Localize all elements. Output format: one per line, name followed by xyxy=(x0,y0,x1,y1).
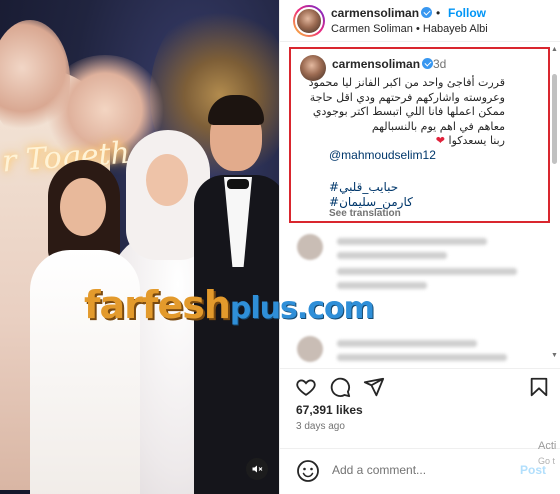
send-icon xyxy=(363,377,385,397)
separator-dot: • xyxy=(436,6,441,20)
speaker-muted-icon xyxy=(252,465,263,473)
see-translation-link[interactable]: See translation xyxy=(329,208,401,219)
share-button[interactable] xyxy=(363,376,385,398)
caption-text: قررت أفاجئ واحد من اكبر الفانز ليا محمود… xyxy=(308,76,505,149)
mention-link[interactable]: @mahmoudselim12 xyxy=(329,148,436,162)
follow-button[interactable]: Follow xyxy=(448,6,486,20)
comment-icon xyxy=(330,377,351,398)
bookmark-icon xyxy=(530,377,548,397)
like-button[interactable] xyxy=(295,376,317,398)
caption-username[interactable]: carmensoliman xyxy=(332,57,420,71)
post-photo[interactable]: r Togeth xyxy=(0,0,279,494)
caption-line-closing: ربنا يسعدكوا ❤ xyxy=(327,134,505,149)
caption-time[interactable]: 3d xyxy=(433,57,446,71)
scroll-up-icon[interactable]: ▲ xyxy=(551,46,558,53)
caption-closing: ربنا يسعدكوا xyxy=(448,134,505,147)
hashtag-link[interactable]: #كارمن_سليمان xyxy=(329,195,413,209)
caption-line: وعروسته واشاركهم فرحتهم ودي اقل حاجة xyxy=(309,90,505,104)
comment-button[interactable] xyxy=(329,376,351,398)
instagram-post-view: r Togeth carmensoliman • Follow Carmen S… xyxy=(0,0,560,494)
caption-line: ممكن اعملها فانا اللي اتبسط اكتر بوجودي xyxy=(312,105,505,118)
author-username[interactable]: carmensoliman xyxy=(331,6,419,20)
caption-highlight-box: carmensoliman 3d قررت أفاجئ واحد من اكبر… xyxy=(289,47,550,223)
comment-input[interactable] xyxy=(332,463,492,477)
caption-line: معاهم في اهم يوم بالنسبالهم xyxy=(371,119,505,133)
author-avatar[interactable] xyxy=(293,5,325,37)
comment-item[interactable] xyxy=(293,232,543,264)
watermark-main: farfesh xyxy=(84,283,231,327)
post-date[interactable]: 3 days ago xyxy=(296,421,345,432)
post-details-panel: carmensoliman • Follow Carmen Soliman • … xyxy=(279,0,560,494)
post-subtitle[interactable]: Carmen Soliman • Habayeb Albi xyxy=(331,23,488,35)
commenter-avatar[interactable] xyxy=(297,234,323,260)
commenter-avatar[interactable] xyxy=(297,336,323,362)
caption-line: قررت أفاجئ واحد من اكبر الفانز ليا محمود xyxy=(308,76,505,89)
comment-item[interactable] xyxy=(293,334,543,366)
heart-icon xyxy=(296,379,316,396)
post-header: carmensoliman • Follow Carmen Soliman • … xyxy=(280,0,560,42)
caption-scrollbar[interactable]: ▲ ▼ xyxy=(551,44,558,364)
verified-badge-icon xyxy=(422,58,434,69)
scrollbar-thumb[interactable] xyxy=(552,74,557,164)
emoji-button[interactable] xyxy=(296,459,320,483)
os-activation-text: Acti xyxy=(538,440,557,452)
red-heart-icon: ❤ xyxy=(435,134,446,147)
mute-button[interactable] xyxy=(246,458,268,480)
likes-count[interactable]: 67,391 likes xyxy=(296,403,363,417)
os-activation-subtext: Go t xyxy=(538,456,556,466)
emoji-icon xyxy=(297,460,319,482)
action-bar xyxy=(280,368,560,402)
person-woman xyxy=(30,160,140,494)
hashtag-link[interactable]: #حبايب_قلبي xyxy=(329,180,398,194)
verified-badge-icon xyxy=(421,7,433,18)
author-username-link[interactable]: carmensoliman xyxy=(331,6,433,20)
watermark-suffix: plus.com xyxy=(229,291,375,326)
scroll-down-icon[interactable]: ▼ xyxy=(551,352,558,359)
add-comment-bar: Post xyxy=(280,448,560,494)
watermark-logo: farfeshplus.com xyxy=(84,283,375,327)
save-button[interactable] xyxy=(528,376,550,398)
caption-username-link[interactable]: carmensoliman xyxy=(332,57,434,71)
